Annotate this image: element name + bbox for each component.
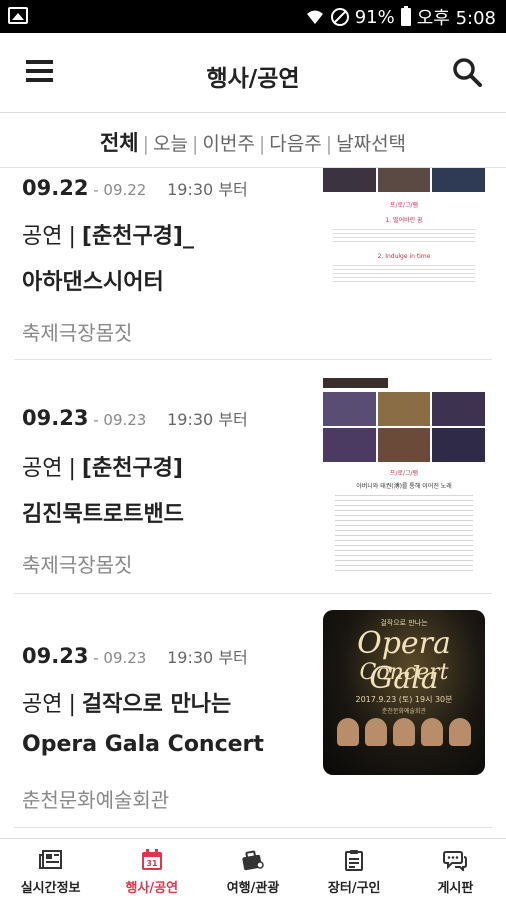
nav-board[interactable]: 게시판 bbox=[405, 839, 506, 900]
nav-travel[interactable]: 여행/관광 bbox=[202, 839, 303, 900]
event-item[interactable]: 09.23 - 09.23 19:30 부터 공연 | [춘천구경] 김진묵트로트밴… bbox=[0, 360, 506, 594]
poster-performers bbox=[337, 718, 471, 746]
event-start-date: 09.22 bbox=[22, 176, 89, 200]
nav-label: 실시간정보 bbox=[20, 881, 81, 896]
photo-strip bbox=[323, 392, 485, 426]
photo-strip bbox=[323, 428, 485, 462]
nav-events[interactable]: 31 행사/공연 bbox=[101, 839, 202, 900]
performer-photo bbox=[449, 718, 471, 746]
event-dates: 09.22 - 09.22 19:30 부터 bbox=[22, 176, 248, 200]
nav-label: 장터/구인 bbox=[327, 881, 381, 896]
event-category: 공연 bbox=[22, 224, 63, 249]
nav-label: 게시판 bbox=[437, 881, 474, 896]
filter-separator: | bbox=[191, 133, 199, 155]
filter-pick-date[interactable]: 날짜선택 bbox=[336, 129, 406, 156]
nav-label: 행사/공연 bbox=[125, 881, 179, 896]
event-name: [춘천구경] bbox=[81, 456, 183, 481]
program-subtitle: 1. 떨어바린 꿈 bbox=[385, 217, 423, 224]
search-icon[interactable] bbox=[452, 57, 482, 87]
poster-date: 2017.9.23 (토) 19시 30분 bbox=[355, 695, 453, 704]
event-title-line2: 아하댄스시어터 bbox=[22, 270, 164, 295]
gallery-notification-icon bbox=[8, 7, 28, 24]
filter-today[interactable]: 오늘 bbox=[153, 129, 188, 156]
nav-label: 여행/관광 bbox=[226, 881, 280, 896]
program-subtitle: 아버니와 태권(溥)를 통해 이어진 노래 bbox=[356, 483, 452, 490]
title-separator: | bbox=[68, 692, 76, 717]
event-time: 19:30 부터 bbox=[167, 648, 248, 667]
status-bar: 91% 오후 5:08 bbox=[0, 0, 506, 33]
program-heading: 프/로/그/램 bbox=[389, 470, 419, 477]
event-time: 19:30 부터 bbox=[167, 410, 248, 429]
event-title-line1: 공연 | 걸작으로 만나는 bbox=[22, 686, 231, 718]
event-end-date: - 09.23 bbox=[93, 649, 147, 667]
divider bbox=[14, 827, 492, 828]
performer-photo bbox=[421, 718, 443, 746]
filter-this-week[interactable]: 이번주 bbox=[202, 129, 254, 156]
event-item[interactable]: 09.22 - 09.22 19:30 부터 공연 | [춘천구경]_ 아하댄스시어… bbox=[0, 168, 506, 360]
bottom-nav: 실시간정보 31 행사/공연 여행/관광 장터/구인 게시판 bbox=[0, 838, 506, 900]
event-dates: 09.23 - 09.23 19:30 부터 bbox=[22, 644, 248, 668]
chat-icon bbox=[443, 851, 468, 871]
event-venue: 춘천문화예술회관 bbox=[22, 788, 170, 812]
newspaper-icon bbox=[38, 850, 62, 869]
event-end-date: - 09.23 bbox=[93, 411, 147, 429]
title-separator: | bbox=[68, 224, 76, 249]
app-header: 행사/공연 bbox=[0, 33, 506, 113]
svg-text:31: 31 bbox=[146, 859, 158, 868]
event-title-line1: 공연 | [춘천구경] bbox=[22, 450, 183, 482]
filter-separator: | bbox=[258, 133, 266, 155]
wifi-icon bbox=[306, 10, 323, 24]
performer-photo bbox=[337, 718, 359, 746]
status-right: 91% 오후 5:08 bbox=[305, 5, 496, 29]
filter-next-week[interactable]: 다음주 bbox=[269, 129, 321, 156]
event-title-line2: Opera Gala Concert bbox=[22, 732, 264, 757]
event-list: 09.22 - 09.22 19:30 부터 공연 | [춘천구경]_ 아하댄스시어… bbox=[0, 168, 506, 838]
opera-gala-poster: 걸작으로 만나는 Opera Gala Concert 2017.9.23 (토… bbox=[323, 610, 485, 775]
page-title: 행사/공연 bbox=[206, 66, 300, 92]
event-name: 걸작으로 만나는 bbox=[81, 692, 232, 717]
event-venue: 축제극장몸짓 bbox=[22, 553, 133, 577]
event-time: 19:30 부터 bbox=[167, 180, 248, 199]
poster-title: Concert bbox=[359, 660, 449, 685]
event-start-date: 09.23 bbox=[22, 644, 89, 668]
date-filter-bar: 전체 | 오늘 | 이번주 | 다음주 | 날짜선택 bbox=[0, 113, 506, 168]
event-item[interactable]: 09.23 - 09.23 19:30 부터 공연 | 걸작으로 만나는 Opera… bbox=[0, 594, 506, 828]
battery-icon bbox=[400, 6, 411, 26]
event-venue: 축제극장몸짓 bbox=[22, 321, 133, 345]
clipboard-icon bbox=[345, 850, 364, 871]
nav-market[interactable]: 장터/구인 bbox=[304, 839, 405, 900]
program-heading: 프/로/그/램 bbox=[389, 202, 419, 209]
event-category: 공연 bbox=[22, 456, 63, 481]
program-subtitle: 2. Indulge in time bbox=[377, 253, 431, 260]
suitcase-icon bbox=[242, 850, 264, 871]
event-dates: 09.23 - 09.23 19:30 부터 bbox=[22, 406, 248, 430]
clock: 오후 5:08 bbox=[416, 8, 496, 29]
nav-realtime-info[interactable]: 실시간정보 bbox=[0, 839, 101, 900]
title-separator: | bbox=[68, 456, 76, 481]
event-start-date: 09.23 bbox=[22, 406, 89, 430]
battery-percent: 91% bbox=[354, 6, 395, 28]
photo-strip bbox=[323, 168, 485, 192]
event-thumbnail: 프/로/그/램 아버니와 태권(溥)를 통해 이어진 노래 bbox=[323, 378, 485, 576]
poster-venue: 춘천문화예술회관 bbox=[381, 708, 427, 715]
calendar-icon: 31 bbox=[141, 849, 162, 870]
event-end-date: - 09.22 bbox=[93, 181, 147, 199]
event-category: 공연 bbox=[22, 692, 63, 717]
performer-photo bbox=[365, 718, 387, 746]
do-not-disturb-icon bbox=[330, 8, 349, 26]
filter-all[interactable]: 전체 bbox=[100, 127, 139, 157]
event-thumbnail: 프/로/그/램 1. 떨어바린 꿈 2. Indulge in time bbox=[323, 168, 485, 298]
performer-photo bbox=[393, 718, 415, 746]
event-name: [춘천구경]_ bbox=[81, 224, 194, 249]
event-title-line2: 김진묵트로트밴드 bbox=[22, 502, 184, 527]
filter-separator: | bbox=[325, 133, 333, 155]
event-title-line1: 공연 | [춘천구경]_ bbox=[22, 218, 194, 250]
filter-separator: | bbox=[142, 133, 150, 155]
